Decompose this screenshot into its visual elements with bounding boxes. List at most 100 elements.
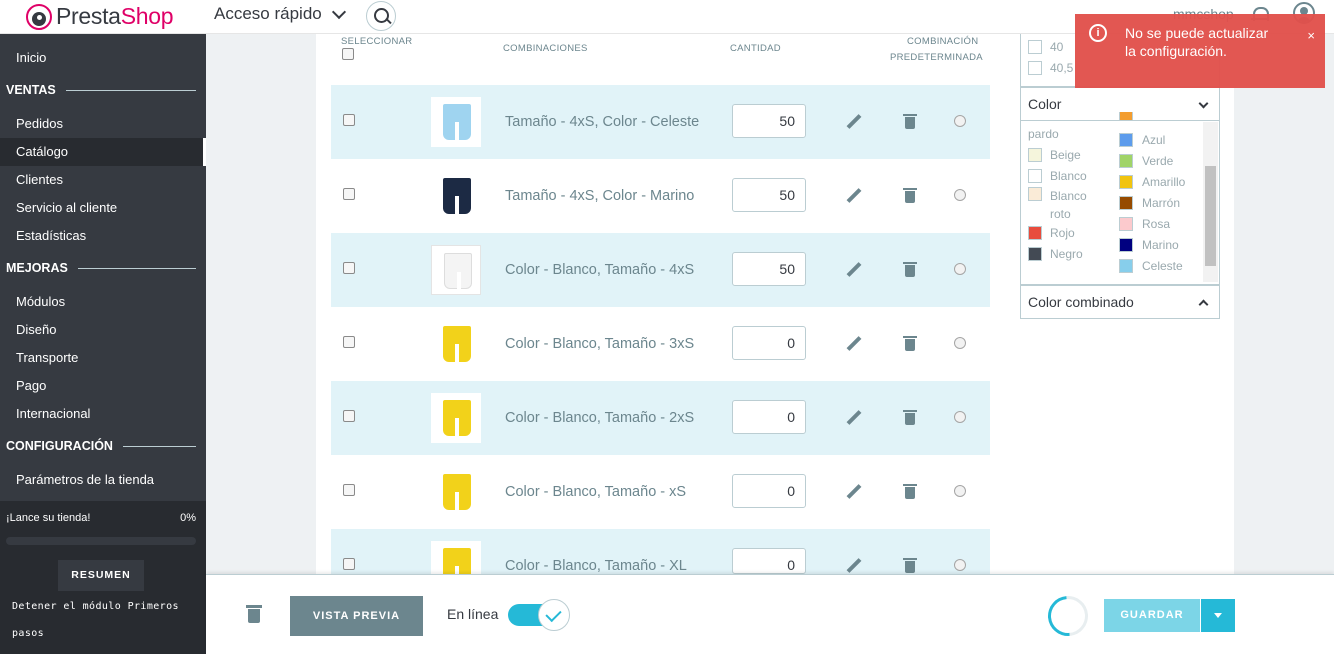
delete-icon[interactable] bbox=[903, 188, 917, 203]
sidebar-item-servicio[interactable]: Servicio al cliente bbox=[0, 194, 206, 222]
combination-name: Color - Blanco, Tamaño - 3xS bbox=[505, 336, 695, 352]
default-radio[interactable] bbox=[954, 411, 966, 423]
delete-icon[interactable] bbox=[903, 484, 917, 499]
row-checkbox[interactable] bbox=[343, 484, 355, 496]
default-radio[interactable] bbox=[954, 485, 966, 497]
color-swatch[interactable] bbox=[1119, 259, 1133, 273]
color-swatch[interactable] bbox=[1028, 226, 1042, 240]
error-message: No se puede actualizar la configuración. bbox=[1125, 25, 1269, 59]
row-checkbox[interactable] bbox=[343, 558, 355, 570]
delete-icon[interactable] bbox=[903, 336, 917, 351]
chevron-down-icon bbox=[1198, 98, 1209, 109]
preview-button[interactable]: VISTA PREVIA bbox=[290, 596, 423, 636]
color-label: Azul bbox=[1142, 133, 1166, 147]
sidebar-section-ventas: VENTAS bbox=[6, 79, 196, 101]
sidebar-item-internacional[interactable]: Internacional bbox=[0, 400, 206, 428]
edit-icon[interactable] bbox=[846, 484, 862, 500]
color-swatch[interactable] bbox=[1028, 148, 1042, 162]
sidebar-item-catalogo[interactable]: Catálogo bbox=[0, 138, 206, 166]
quantity-input[interactable]: 0 bbox=[732, 548, 806, 574]
resume-button[interactable]: RESUMEN bbox=[58, 560, 144, 591]
default-radio[interactable] bbox=[954, 115, 966, 127]
search-icon[interactable] bbox=[366, 1, 396, 31]
launch-percent: 0% bbox=[180, 512, 196, 524]
color-label: Rojo bbox=[1050, 226, 1075, 240]
edit-icon[interactable] bbox=[846, 410, 862, 426]
delete-product-icon[interactable] bbox=[246, 605, 262, 623]
row-checkbox[interactable] bbox=[343, 410, 355, 422]
info-icon: i bbox=[1089, 24, 1107, 42]
stop-module-link[interactable]: Detener el módulo Primeros pasos bbox=[5, 593, 217, 639]
combined-color-filter-header[interactable]: Color combinado bbox=[1020, 285, 1220, 319]
sidebar-item-parametros[interactable]: Parámetros de la tienda bbox=[0, 466, 206, 494]
product-thumbnail bbox=[431, 467, 481, 517]
color-label: Negro bbox=[1050, 247, 1083, 261]
delete-icon[interactable] bbox=[903, 410, 917, 425]
color-label: Blanco roto bbox=[1050, 189, 1087, 221]
quantity-input[interactable]: 50 bbox=[732, 252, 806, 286]
default-radio[interactable] bbox=[954, 189, 966, 201]
quantity-input[interactable]: 0 bbox=[732, 474, 806, 508]
sidebar-item-inicio[interactable]: Inicio bbox=[0, 44, 206, 72]
color-swatch[interactable] bbox=[1119, 217, 1133, 231]
check-icon bbox=[538, 599, 570, 631]
row-checkbox[interactable] bbox=[343, 262, 355, 274]
select-all-checkbox[interactable] bbox=[342, 48, 354, 60]
edit-icon[interactable] bbox=[846, 262, 862, 278]
sidebar-item-transporte[interactable]: Transporte bbox=[0, 344, 206, 372]
color-swatch[interactable] bbox=[1119, 175, 1133, 189]
sidebar-item-diseno[interactable]: Diseño bbox=[0, 316, 206, 344]
sidebar-item-pago[interactable]: Pago bbox=[0, 372, 206, 400]
size-checkbox[interactable] bbox=[1028, 61, 1042, 75]
quantity-input[interactable]: 0 bbox=[732, 326, 806, 360]
size-label: 40 bbox=[1050, 40, 1064, 54]
edit-icon[interactable] bbox=[846, 188, 862, 204]
sidebar-item-estadisticas[interactable]: Estadísticas bbox=[0, 222, 206, 250]
default-radio[interactable] bbox=[954, 337, 966, 349]
combination-name: Tamaño - 4xS, Color - Celeste bbox=[505, 114, 700, 130]
color-swatch[interactable] bbox=[1119, 112, 1133, 121]
color-swatch[interactable] bbox=[1119, 133, 1133, 147]
sidebar-item-pedidos[interactable]: Pedidos bbox=[0, 110, 206, 138]
quantity-input[interactable]: 0 bbox=[732, 400, 806, 434]
product-thumbnail bbox=[431, 171, 481, 221]
quantity-input[interactable]: 50 bbox=[732, 178, 806, 212]
quick-access-dropdown[interactable]: Acceso rápido bbox=[214, 4, 346, 24]
edit-icon[interactable] bbox=[846, 558, 862, 574]
delete-icon[interactable] bbox=[903, 262, 917, 277]
row-checkbox[interactable] bbox=[343, 188, 355, 200]
combination-name: Color - Blanco, Tamaño - 4xS bbox=[505, 262, 695, 278]
color-swatch[interactable] bbox=[1028, 169, 1042, 183]
color-swatch[interactable] bbox=[1119, 196, 1133, 210]
quantity-input[interactable]: 50 bbox=[732, 104, 806, 138]
row-checkbox[interactable] bbox=[343, 336, 355, 348]
close-icon[interactable]: × bbox=[1307, 28, 1315, 43]
online-toggle[interactable] bbox=[508, 599, 570, 631]
combined-color-title: Color combinado bbox=[1028, 294, 1134, 310]
sidebar-item-clientes[interactable]: Clientes bbox=[0, 166, 206, 194]
delete-icon[interactable] bbox=[903, 558, 917, 573]
prestashop-logo-icon bbox=[26, 3, 52, 30]
chevron-down-icon bbox=[331, 4, 346, 19]
scrollbar-thumb[interactable] bbox=[1205, 166, 1216, 266]
save-button[interactable]: GUARDAR bbox=[1104, 599, 1200, 632]
color-swatch[interactable] bbox=[1119, 238, 1133, 252]
edit-icon[interactable] bbox=[846, 114, 862, 130]
sidebar-item-modulos[interactable]: Módulos bbox=[0, 288, 206, 316]
launch-label: ¡Lance su tienda! bbox=[6, 512, 91, 524]
default-radio[interactable] bbox=[954, 263, 966, 275]
default-radio[interactable] bbox=[954, 559, 966, 571]
size-checkbox[interactable] bbox=[1028, 40, 1042, 54]
row-checkbox[interactable] bbox=[343, 114, 355, 126]
combination-name: Color - Blanco, Tamaño - 2xS bbox=[505, 410, 695, 426]
delete-icon[interactable] bbox=[903, 114, 917, 129]
color-swatch[interactable] bbox=[1028, 247, 1042, 261]
save-dropdown-toggle[interactable] bbox=[1201, 599, 1235, 632]
shorts-image bbox=[443, 104, 471, 140]
prestashop-logo[interactable]: PrestaShop bbox=[26, 3, 174, 30]
color-swatch[interactable] bbox=[1119, 154, 1133, 168]
color-label: Verde bbox=[1142, 154, 1174, 168]
edit-icon[interactable] bbox=[846, 336, 862, 352]
shorts-image bbox=[444, 253, 472, 290]
color-list-scrollbar[interactable] bbox=[1203, 122, 1218, 282]
